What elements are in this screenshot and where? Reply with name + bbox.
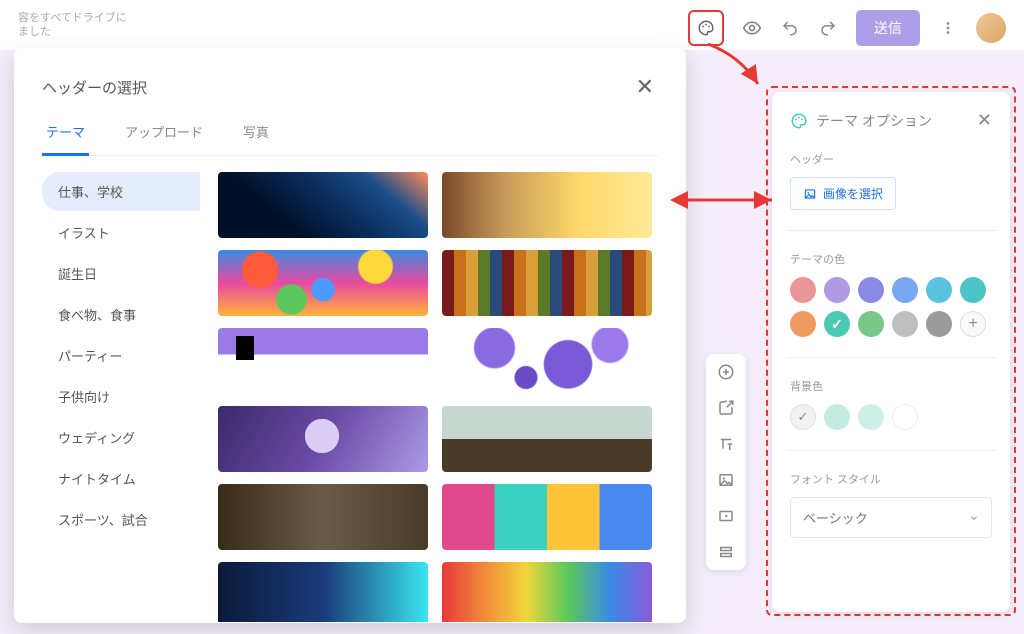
theme-color-swatch[interactable]	[892, 277, 918, 303]
category-item[interactable]: 仕事、学校	[42, 172, 200, 211]
topbar: 容をすべてドライブに ました 送信	[0, 0, 1024, 50]
redo-button[interactable]	[818, 18, 838, 38]
theme-color-swatch[interactable]	[858, 311, 884, 337]
import-icon	[717, 399, 735, 417]
category-item[interactable]: イラスト	[42, 213, 200, 252]
category-item[interactable]: 誕生日	[42, 254, 200, 293]
close-icon: ✕	[636, 74, 654, 99]
category-item[interactable]: スポーツ、試合	[42, 500, 200, 539]
category-list: 仕事、学校 イラスト 誕生日 食べ物、食事 パーティー 子供向け ウェディング …	[42, 172, 200, 622]
header-thumb[interactable]	[442, 484, 652, 550]
palette-icon	[697, 19, 715, 37]
add-custom-color-button[interactable]: +	[960, 311, 986, 337]
header-thumb[interactable]	[218, 406, 428, 472]
add-video-button[interactable]	[716, 506, 736, 526]
modal-tabs: テーマ アップロード 写真	[42, 114, 658, 156]
add-image-button[interactable]	[716, 470, 736, 490]
header-section-label: ヘッダー	[790, 151, 992, 167]
header-image-grid	[218, 172, 658, 622]
eye-icon	[742, 18, 762, 38]
select-header-image-button[interactable]: 画像を選択	[790, 177, 896, 210]
text-icon	[717, 435, 735, 453]
category-item[interactable]: 子供向け	[42, 377, 200, 416]
image-icon	[717, 471, 735, 489]
category-item[interactable]: 食べ物、食事	[42, 295, 200, 334]
theme-palette-button[interactable]	[688, 10, 724, 46]
preview-button[interactable]	[742, 18, 762, 38]
tab-theme[interactable]: テーマ	[42, 114, 89, 156]
image-icon	[803, 187, 817, 201]
undo-button[interactable]	[780, 18, 800, 38]
bg-color-swatch[interactable]	[892, 404, 918, 430]
theme-color-swatch[interactable]	[790, 311, 816, 337]
header-thumb[interactable]	[442, 250, 652, 316]
header-thumb[interactable]	[218, 562, 428, 622]
palette-icon	[790, 112, 808, 130]
header-thumb[interactable]	[442, 562, 652, 622]
font-style-label: フォント スタイル	[790, 471, 992, 487]
theme-color-swatch[interactable]	[824, 277, 850, 303]
modal-title: ヘッダーの選択	[42, 77, 147, 98]
add-title-button[interactable]	[716, 434, 736, 454]
theme-panel-title: テーマ オプション	[816, 111, 969, 131]
modal-close-button[interactable]: ✕	[632, 70, 658, 104]
category-item[interactable]: パーティー	[42, 336, 200, 375]
close-icon: ✕	[977, 110, 992, 130]
theme-color-swatch[interactable]	[926, 277, 952, 303]
theme-options-panel: テーマ オプション ✕ ヘッダー 画像を選択 テーマの色 + 背景色 フォント …	[772, 92, 1010, 612]
add-section-button[interactable]	[716, 542, 736, 562]
theme-color-swatches: +	[790, 277, 992, 337]
theme-color-swatch[interactable]	[926, 311, 952, 337]
video-icon	[717, 507, 735, 525]
theme-color-swatch[interactable]	[858, 277, 884, 303]
more-button[interactable]	[938, 18, 958, 38]
undo-icon	[781, 19, 799, 37]
chevron-down-icon	[969, 513, 979, 523]
font-style-select[interactable]: ベーシック	[790, 497, 992, 538]
section-icon	[717, 543, 735, 561]
category-item[interactable]: ナイトタイム	[42, 459, 200, 498]
theme-color-swatch[interactable]	[892, 311, 918, 337]
topbar-right: 送信	[688, 10, 1006, 46]
category-item[interactable]: ウェディング	[42, 418, 200, 457]
plus-circle-icon	[717, 363, 735, 381]
import-question-button[interactable]	[716, 398, 736, 418]
user-avatar[interactable]	[976, 13, 1006, 43]
header-thumb[interactable]	[218, 172, 428, 238]
theme-color-label: テーマの色	[790, 251, 992, 267]
bg-color-swatches	[790, 404, 992, 430]
theme-color-swatch[interactable]	[790, 277, 816, 303]
theme-color-swatch[interactable]	[960, 277, 986, 303]
bg-color-swatch[interactable]	[858, 404, 884, 430]
save-status: 容をすべてドライブに ました	[18, 11, 127, 40]
tab-upload[interactable]: アップロード	[121, 114, 207, 155]
tab-photo[interactable]: 写真	[239, 114, 273, 155]
bg-color-label: 背景色	[790, 378, 992, 394]
header-select-modal: ヘッダーの選択 ✕ テーマ アップロード 写真 仕事、学校 イラスト 誕生日 食…	[14, 48, 686, 623]
header-thumb[interactable]	[442, 406, 652, 472]
header-thumb[interactable]	[442, 172, 652, 238]
more-vert-icon	[939, 19, 957, 37]
redo-icon	[819, 19, 837, 37]
theme-color-swatch-selected[interactable]	[824, 311, 850, 337]
theme-panel-close-button[interactable]: ✕	[977, 110, 992, 131]
floating-side-toolbar	[706, 354, 746, 570]
add-question-button[interactable]	[716, 362, 736, 382]
header-thumb[interactable]	[218, 250, 428, 316]
header-thumb[interactable]	[218, 328, 428, 394]
header-thumb[interactable]	[442, 328, 652, 394]
send-button[interactable]: 送信	[856, 10, 920, 46]
bg-color-swatch-selected[interactable]	[790, 404, 816, 430]
bg-color-swatch[interactable]	[824, 404, 850, 430]
header-thumb[interactable]	[218, 484, 428, 550]
